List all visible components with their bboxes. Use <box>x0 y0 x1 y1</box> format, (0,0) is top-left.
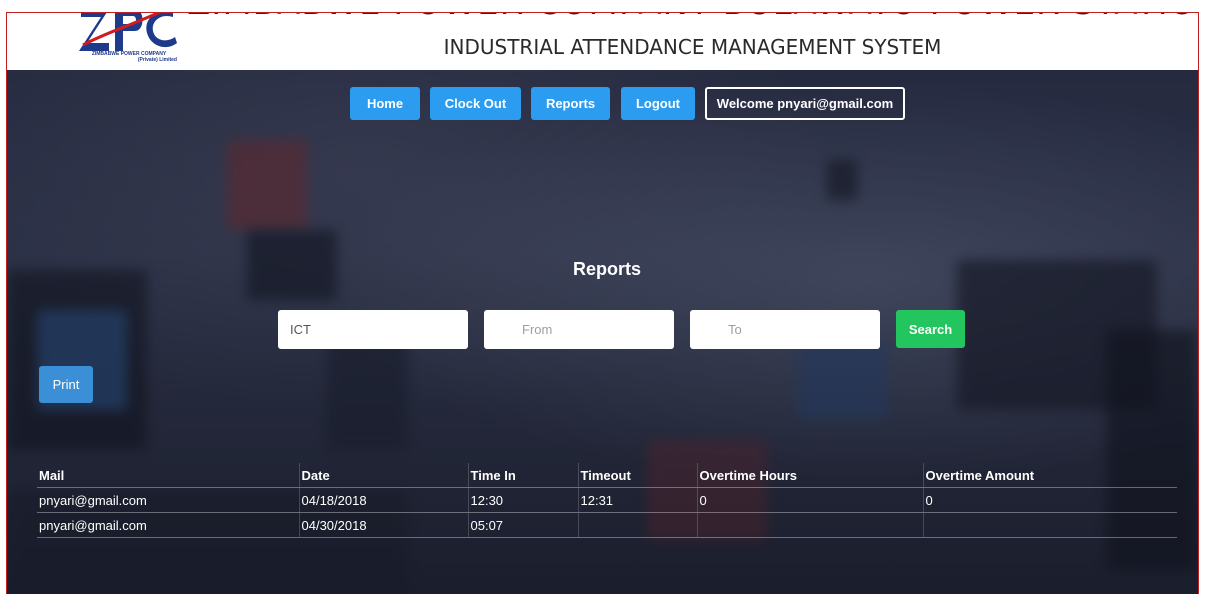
cell-overtime-amount <box>922 512 1177 538</box>
cell-date: 04/18/2018 <box>298 487 468 513</box>
cell-timeout: 12:31 <box>577 487 697 513</box>
page-title: Reports <box>572 259 641 279</box>
col-header-mail: Mail <box>37 463 299 488</box>
cell-date: 04/30/2018 <box>298 512 468 538</box>
to-date-input[interactable] <box>690 310 880 349</box>
top-nav: Home Clock Out Reports Logout Welcome pn… <box>7 87 1198 121</box>
col-header-timeout: Timeout <box>577 463 697 488</box>
from-date-input[interactable] <box>484 310 674 349</box>
cell-mail: pnyari@gmail.com <box>37 487 299 513</box>
cell-overtime-hours <box>696 512 923 538</box>
table-row: pnyari@gmail.com 04/30/2018 05:07 <box>37 512 1177 538</box>
company-title: ZIMBABWE POWER COMPANY BULAWAYO POWER ST… <box>187 13 1198 23</box>
cell-mail: pnyari@gmail.com <box>37 512 299 538</box>
search-button[interactable]: Search <box>896 310 965 348</box>
col-header-time-in: Time In <box>467 463 578 488</box>
cell-time-in: 12:30 <box>467 487 578 513</box>
department-input[interactable] <box>278 310 468 349</box>
table-row: pnyari@gmail.com 04/18/2018 12:30 12:31 … <box>37 487 1177 513</box>
col-header-overtime-hours: Overtime Hours <box>696 463 923 488</box>
cell-time-in: 05:07 <box>467 512 578 538</box>
reports-button[interactable]: Reports <box>531 87 610 120</box>
table-header-row: Mail Date Time In Timeout Overtime Hours… <box>37 463 1177 488</box>
logout-button[interactable]: Logout <box>621 87 695 120</box>
system-title: INDUSTRIAL ATTENDANCE MANAGEMENT SYSTEM <box>443 35 942 59</box>
home-button[interactable]: Home <box>350 87 420 120</box>
cell-overtime-amount: 0 <box>922 487 1177 513</box>
col-header-date: Date <box>298 463 468 488</box>
cell-timeout <box>577 512 697 538</box>
report-table: Mail Date Time In Timeout Overtime Hours… <box>37 463 1177 538</box>
clock-out-button[interactable]: Clock Out <box>430 87 521 120</box>
cell-overtime-hours: 0 <box>696 487 923 513</box>
print-button[interactable]: Print <box>39 366 93 403</box>
welcome-badge: Welcome pnyari@gmail.com <box>705 87 905 120</box>
app-frame: ZIMBABWE POWER COMPANY (Private) Limited… <box>6 12 1199 594</box>
col-header-overtime-amount: Overtime Amount <box>922 463 1177 488</box>
header-bar: ZIMBABWE POWER COMPANY (Private) Limited… <box>7 13 1198 70</box>
